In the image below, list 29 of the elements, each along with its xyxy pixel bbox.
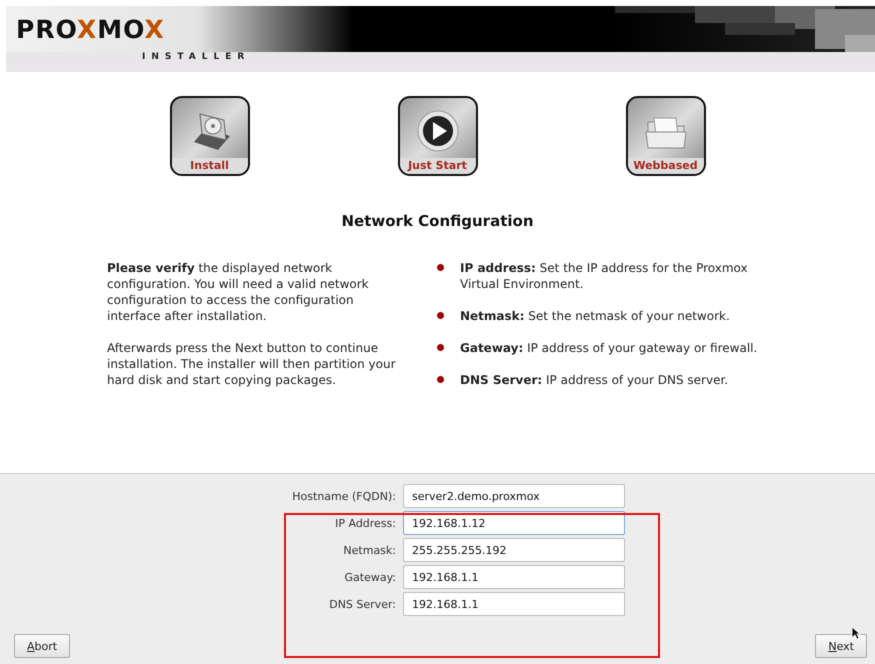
- field-label: Netmask:: [342, 544, 397, 556]
- input-field[interactable]: 255.255.255.192: [403, 538, 625, 562]
- field-label: Hostname (FQDN):: [291, 490, 397, 502]
- mode-button[interactable]: Webbased: [626, 96, 706, 176]
- input-field[interactable]: 192.168.1.12: [403, 511, 625, 535]
- field-label: DNS Server:: [328, 598, 397, 610]
- mode-button[interactable]: Install: [170, 96, 250, 176]
- tip-text: Netmask: Set the netmask of your network.: [460, 308, 730, 324]
- input-field[interactable]: server2.demo.proxmox: [403, 484, 625, 508]
- tip-text: Gateway: IP address of your gateway or firewall.: [460, 340, 758, 356]
- intro-paragraph: Afterwards press the Next button to continue installation. The installer will then partition your hard disk and start copying packages.: [107, 340, 397, 388]
- field-label: IP Address:: [334, 516, 397, 530]
- bullet-icon: [437, 312, 444, 319]
- bullet-icon: [437, 344, 444, 351]
- mode-button[interactable]: Just Start: [398, 96, 478, 176]
- logo: PROXMOX: [16, 14, 165, 44]
- field-label: Gateway:: [344, 570, 397, 584]
- tip-text: IP address: Set the IP address for the Proxmox Virtual Environment.: [460, 260, 749, 292]
- input-field[interactable]: 192.168.1.1: [403, 592, 625, 616]
- tip-text: DNS Server: IP address of your DNS server.: [460, 372, 728, 388]
- input-field[interactable]: 192.168.1.1: [403, 565, 625, 589]
- bullet-icon: [437, 376, 444, 383]
- installer-subtitle: INSTALLER: [142, 52, 250, 62]
- page-title: Network Configuration: [340, 212, 534, 230]
- next-button[interactable]: Next: [815, 634, 867, 658]
- intro-paragraph: Please verify the displayed network configuration. You will need a valid network configuration to access the configuration interface after installation.: [107, 260, 370, 324]
- abort-button[interactable]: Abort: [14, 634, 70, 658]
- bullet-icon: [437, 264, 444, 271]
- mouse-cursor-icon: [851, 626, 861, 640]
